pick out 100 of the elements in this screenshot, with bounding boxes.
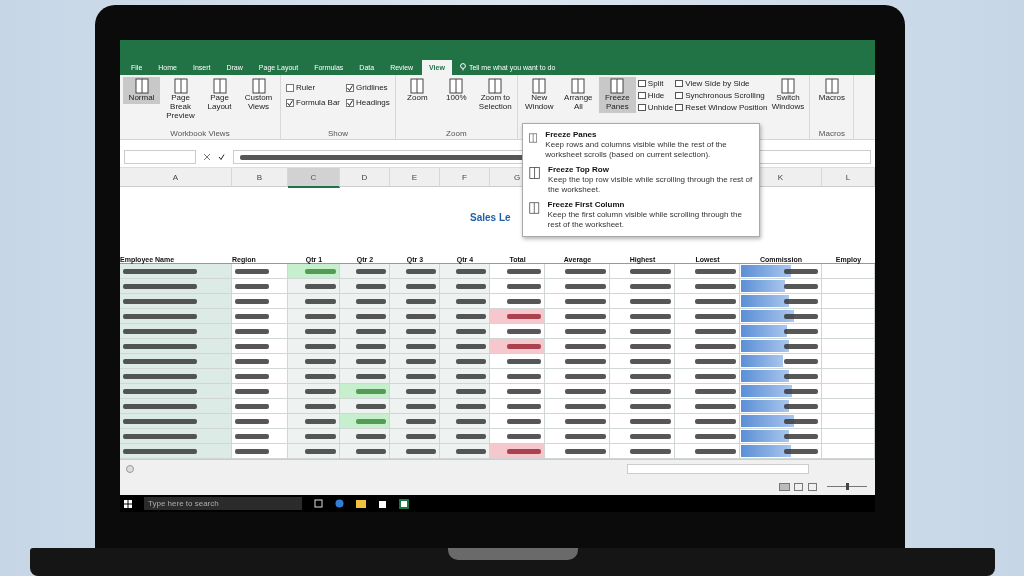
- blurred-text: [405, 283, 436, 289]
- blurred-text: [784, 388, 818, 394]
- ribbon-button[interactable]: New Window: [520, 77, 558, 113]
- blurred-text: [304, 313, 336, 319]
- group-label: Show: [326, 129, 349, 139]
- blurred-text: [455, 373, 486, 379]
- blurred-text: [507, 343, 541, 349]
- menu-item[interactable]: Freeze Panes Keep rows and columns visible while the rest of the worksheet scrolls (based on current selection).: [523, 127, 759, 163]
- browser-icon[interactable]: [335, 499, 344, 508]
- ribbon-button[interactable]: Arrange All: [559, 77, 597, 113]
- group-label: Macros: [817, 129, 847, 139]
- blurred-text: [455, 328, 486, 334]
- ribbon-button[interactable]: Page Layout: [201, 77, 238, 113]
- blurred-text: [455, 433, 486, 439]
- blurred-text: [304, 268, 336, 274]
- column-header[interactable]: B: [232, 168, 288, 187]
- column-header[interactable]: F: [440, 168, 490, 187]
- blurred-text: [304, 298, 336, 304]
- ribbon-button[interactable]: Page Break Preview: [162, 77, 199, 122]
- excel-icon[interactable]: [399, 498, 409, 509]
- column-header[interactable]: C: [288, 168, 340, 188]
- blurred-text: [507, 328, 541, 334]
- ribbon-button[interactable]: Zoom to Selection: [476, 77, 514, 113]
- check-icon[interactable]: [218, 154, 225, 160]
- blurred-text: [784, 418, 818, 424]
- checkbox[interactable]: [346, 83, 354, 92]
- blurred-text: [455, 313, 486, 319]
- blurred-text: [784, 268, 818, 274]
- blurred-text: [405, 403, 436, 409]
- checkbox[interactable]: [346, 98, 354, 107]
- blurred-text: [630, 373, 671, 379]
- ribbon-button[interactable]: Switch Windows: [769, 77, 807, 113]
- blurred-text: [235, 328, 270, 334]
- window-icon: [532, 78, 547, 94]
- ribbon-button[interactable]: Freeze Panes: [598, 77, 636, 113]
- task-view-icon[interactable]: [314, 499, 323, 508]
- blurred-text: [355, 313, 386, 319]
- zoom-slider-thumb[interactable]: [845, 483, 849, 490]
- close-icon[interactable]: [204, 154, 210, 160]
- blurred-text: [235, 373, 270, 379]
- window-icon: [251, 78, 266, 94]
- blurred-text: [405, 418, 436, 424]
- grid-icon: [529, 130, 538, 146]
- ribbon-button[interactable]: View Side by Side: [675, 79, 768, 88]
- lightbulb-icon: [459, 63, 466, 71]
- blurred-text: [235, 283, 270, 289]
- blurred-text: [235, 268, 270, 274]
- folder-icon[interactable]: [356, 499, 366, 508]
- store-icon[interactable]: [378, 499, 387, 508]
- blurred-text: [355, 268, 386, 274]
- windows-icon[interactable]: [124, 499, 132, 508]
- blurred-text: [565, 298, 606, 304]
- blurred-text: [565, 358, 606, 364]
- ribbon-button[interactable]: Unhide: [637, 103, 674, 112]
- ribbon-button[interactable]: Macros: [813, 77, 851, 104]
- ribbon-button[interactable]: Zoom: [398, 77, 436, 104]
- blurred-text: [507, 448, 541, 454]
- blurred-text: [695, 388, 736, 394]
- blurred-text: [507, 283, 541, 289]
- blurred-text: [355, 328, 386, 334]
- ribbon-button[interactable]: Hide: [637, 91, 674, 100]
- checkbox[interactable]: [286, 83, 294, 92]
- menu-item[interactable]: Freeze First Column Keep the first column visible while scrolling through the rest of the worksheet.: [523, 197, 759, 233]
- column-header[interactable]: D: [340, 168, 390, 187]
- ribbon-button[interactable]: Reset Window Position: [675, 103, 768, 112]
- blurred-text: [565, 433, 606, 439]
- blurred-text: [304, 283, 336, 289]
- ribbon-button[interactable]: Synchronous Scrolling: [675, 91, 768, 100]
- blurred-text: [695, 298, 736, 304]
- blurred-text: [355, 418, 386, 424]
- column-header[interactable]: E: [390, 168, 440, 187]
- blurred-text: [235, 343, 270, 349]
- blurred-text: [695, 328, 736, 334]
- ribbon-button[interactable]: Split: [637, 79, 674, 88]
- ribbon-button[interactable]: Normal: [123, 77, 160, 104]
- blurred-text: [565, 328, 606, 334]
- blurred-text: [235, 418, 270, 424]
- column-header[interactable]: A: [120, 168, 232, 187]
- checkbox[interactable]: [286, 98, 294, 107]
- blurred-text: [630, 268, 671, 274]
- blurred-text: [630, 433, 671, 439]
- blurred-text: [565, 418, 606, 424]
- blurred-text: [630, 388, 671, 394]
- search-field[interactable]: Type here to search: [144, 497, 302, 510]
- blurred-text: [355, 433, 386, 439]
- blurred-text: [507, 268, 541, 274]
- blurred-text: [565, 313, 606, 319]
- column-header[interactable]: L: [822, 168, 875, 187]
- window-icon: [134, 78, 149, 94]
- window-icon: [449, 78, 464, 94]
- horizontal-scrollbar[interactable]: [627, 464, 809, 474]
- blurred-text: [630, 403, 671, 409]
- ribbon-button[interactable]: 100%: [437, 77, 475, 104]
- blurred-text: [507, 433, 541, 439]
- blurred-text: [304, 448, 336, 454]
- blurred-text: [455, 448, 486, 454]
- ribbon-button[interactable]: Custom Views: [240, 77, 277, 113]
- blurred-text: [405, 448, 436, 454]
- blurred-text: [405, 373, 436, 379]
- blurred-text: [784, 358, 818, 364]
